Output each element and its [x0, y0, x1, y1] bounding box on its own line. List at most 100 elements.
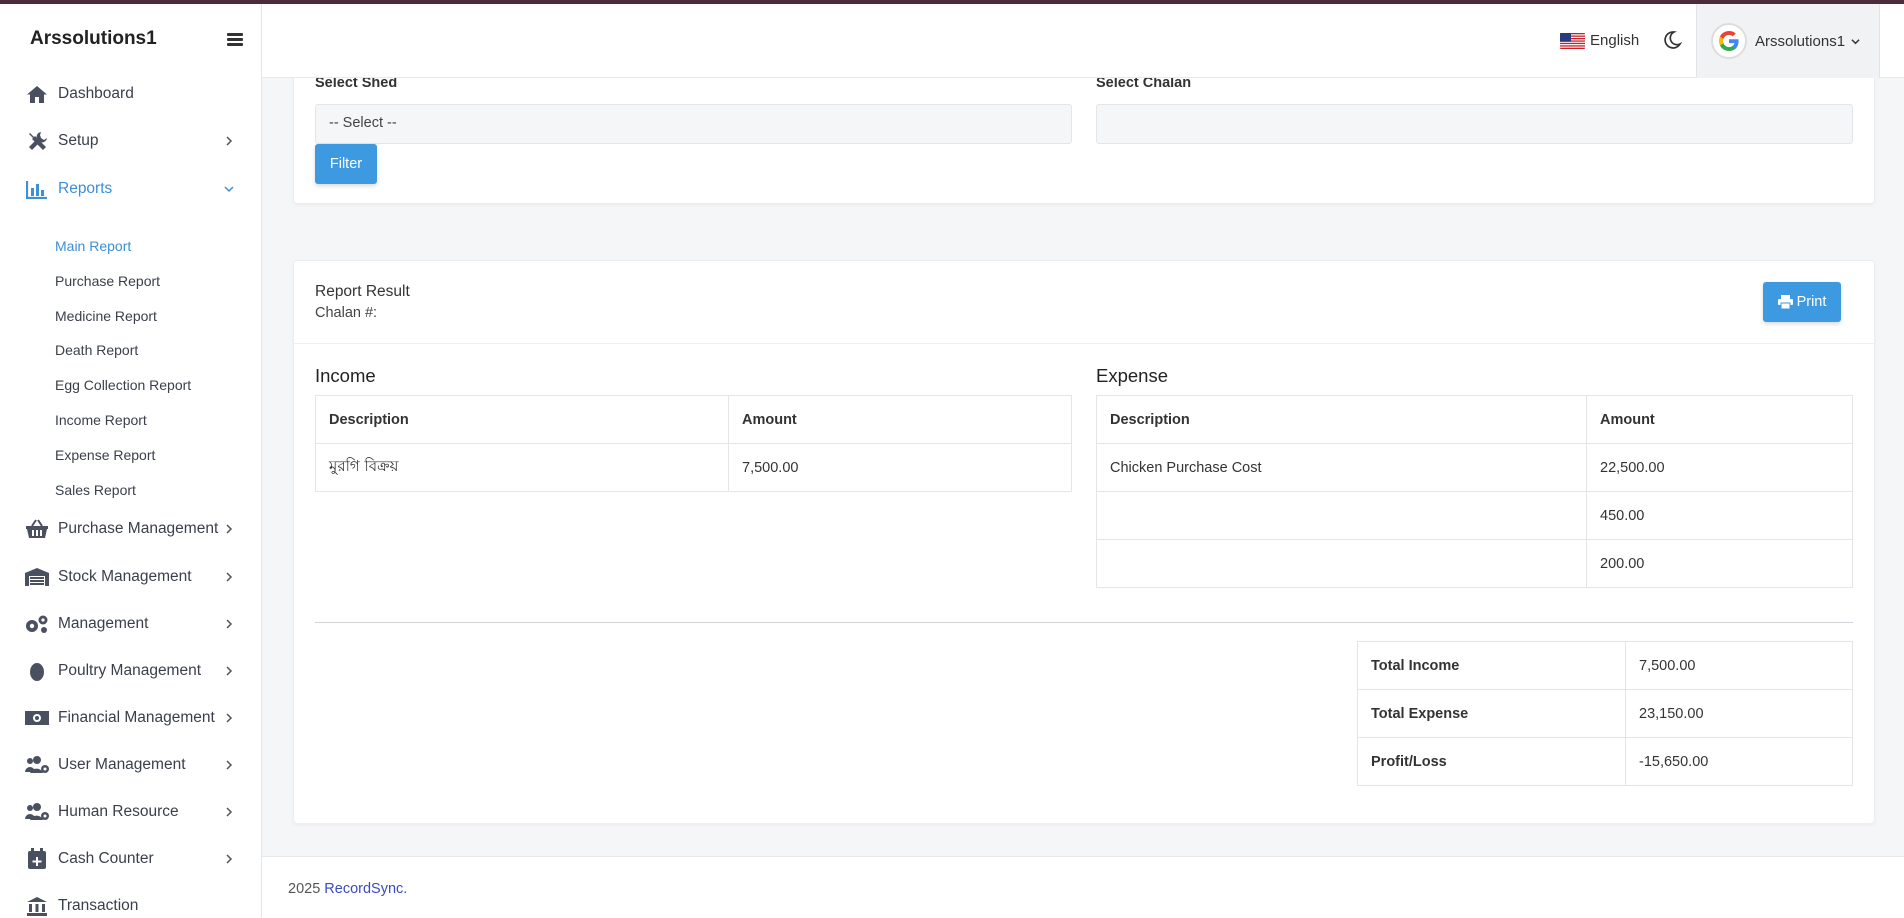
expense-amount: 22,500.00 — [1586, 443, 1853, 492]
income-title: Income — [315, 365, 376, 386]
sidebar-item-label: Management — [58, 615, 149, 632]
menu-toggle-icon[interactable] — [227, 32, 243, 46]
sidebar-item-label: Financial Management — [58, 709, 215, 726]
sidebar-item-user-management[interactable]: User Management — [0, 745, 261, 785]
chevron-right-icon — [226, 713, 233, 723]
summary-table: Total Income 7,500.00 Total Expense 23,1… — [1357, 641, 1853, 786]
sidebar-item-human-resource[interactable]: Human Resource — [0, 792, 261, 832]
report-card-header: Report Result Chalan #: Print — [294, 261, 1874, 344]
chevron-right-icon — [226, 524, 233, 534]
footer-brand-link[interactable]: RecordSync. — [324, 881, 407, 897]
sidebar-subitem-income-report[interactable]: Income Report — [55, 412, 147, 428]
print-label: Print — [1796, 294, 1827, 310]
income-description: মুরগি বিক্রয় — [315, 443, 729, 492]
money-bill-icon — [24, 707, 50, 729]
column-header: Description — [1096, 395, 1587, 444]
expense-amount: 200.00 — [1586, 539, 1853, 588]
basket-icon — [24, 518, 50, 540]
sidebar-item-setup[interactable]: Setup — [0, 121, 261, 161]
chevron-right-icon — [226, 760, 233, 770]
user-menu[interactable]: Arssolutions1 — [1696, 4, 1880, 78]
sidebar-item-poultry-management[interactable]: Poultry Management — [0, 651, 261, 691]
chevron-right-icon — [226, 666, 233, 676]
report-title: Report Result — [315, 283, 410, 300]
sidebar-subitem-expense-report[interactable]: Expense Report — [55, 447, 155, 463]
table-row: Chicken Purchase Cost 22,500.00 — [1096, 443, 1853, 492]
users-cog-icon — [24, 801, 50, 823]
printer-icon — [1777, 295, 1793, 309]
top-strip — [0, 0, 1904, 4]
table-row: Profit/Loss -15,650.00 — [1357, 737, 1853, 786]
bank-icon — [24, 895, 50, 917]
sidebar-item-reports[interactable]: Reports — [0, 169, 261, 209]
income-table: Description Amount মুরগি বিক্রয় 7,500.0… — [315, 395, 1072, 492]
expense-description: Chicken Purchase Cost — [1096, 443, 1587, 492]
sidebar-subitem-medicine-report[interactable]: Medicine Report — [55, 308, 157, 324]
table-row: Total Expense 23,150.00 — [1357, 689, 1853, 738]
summary-value: 23,150.00 — [1625, 689, 1853, 738]
expense-description — [1096, 491, 1587, 540]
income-amount: 7,500.00 — [728, 443, 1072, 492]
warehouse-icon — [24, 566, 50, 588]
language-selector[interactable]: English — [1560, 32, 1639, 49]
home-icon — [24, 83, 50, 105]
sidebar-subitem-sales-report[interactable]: Sales Report — [55, 482, 136, 498]
sidebar-item-dashboard[interactable]: Dashboard — [0, 74, 261, 114]
sidebar-item-label: Human Resource — [58, 803, 179, 820]
print-button[interactable]: Print — [1763, 282, 1841, 322]
top-header: English Arssolutions1 — [262, 4, 1904, 78]
footer-year: 2025 — [288, 881, 321, 897]
expense-table: Description Amount Chicken Purchase Cost… — [1096, 395, 1853, 588]
sidebar-item-label: Purchase Management — [58, 520, 219, 537]
summary-label: Total Income — [1357, 641, 1626, 690]
sidebar-item-label: Poultry Management — [58, 662, 202, 679]
column-header: Amount — [1586, 395, 1853, 444]
footer-text: 2025 RecordSync. — [288, 881, 407, 897]
sidebar-item-label: Setup — [58, 132, 99, 149]
report-card: Report Result Chalan #: Print Income Des… — [293, 260, 1875, 824]
google-avatar-icon — [1711, 23, 1747, 59]
calendar-plus-icon — [24, 848, 50, 870]
egg-icon — [24, 660, 50, 682]
app-name: Arssolutions1 — [30, 28, 157, 49]
sidebar: Arssolutions1 Dashboard Setup Reports Ma… — [0, 4, 262, 918]
user-name: Arssolutions1 — [1755, 32, 1846, 50]
sidebar-subitem-death-report[interactable]: Death Report — [55, 342, 138, 358]
summary-label: Total Expense — [1357, 689, 1626, 738]
shed-select[interactable]: -- Select -- — [315, 104, 1072, 144]
sidebar-item-label: Dashboard — [58, 85, 134, 102]
sidebar-subitem-egg-collection-report[interactable]: Egg Collection Report — [55, 377, 191, 393]
sidebar-item-label: Transaction — [58, 897, 139, 914]
sidebar-subitem-main-report[interactable]: Main Report — [55, 238, 131, 254]
column-header: Description — [315, 395, 729, 444]
chevron-down-icon — [1851, 38, 1860, 44]
divider — [315, 622, 1853, 623]
filter-button[interactable]: Filter — [315, 144, 377, 184]
table-row: 450.00 — [1096, 491, 1853, 540]
sidebar-item-financial-management[interactable]: Financial Management — [0, 698, 261, 738]
summary-label: Profit/Loss — [1357, 737, 1626, 786]
expense-amount: 450.00 — [1586, 491, 1853, 540]
column-header: Amount — [728, 395, 1072, 444]
sidebar-item-label: Cash Counter — [58, 850, 154, 867]
sidebar-item-management[interactable]: Management — [0, 604, 261, 644]
sidebar-item-transaction[interactable]: Transaction — [0, 886, 261, 918]
sidebar-item-label: Stock Management — [58, 568, 192, 585]
sidebar-item-stock-management[interactable]: Stock Management — [0, 557, 261, 597]
sidebar-subitem-purchase-report[interactable]: Purchase Report — [55, 273, 160, 289]
chalan-select[interactable] — [1096, 104, 1853, 144]
sidebar-item-cash-counter[interactable]: Cash Counter — [0, 839, 261, 879]
tools-icon — [24, 130, 50, 152]
sidebar-item-purchase-management[interactable]: Purchase Management — [0, 509, 261, 549]
chevron-right-icon — [226, 619, 233, 629]
sidebar-item-label: User Management — [58, 756, 186, 773]
expense-description — [1096, 539, 1587, 588]
dark-mode-toggle-icon[interactable] — [1662, 30, 1682, 50]
expense-title: Expense — [1096, 365, 1168, 386]
summary-value: 7,500.00 — [1625, 641, 1853, 690]
table-header-row: Description Amount — [1096, 395, 1853, 444]
users-gear-icon — [24, 754, 50, 776]
chevron-right-icon — [226, 136, 233, 146]
us-flag-icon — [1560, 32, 1585, 49]
bar-chart-icon — [24, 178, 50, 200]
